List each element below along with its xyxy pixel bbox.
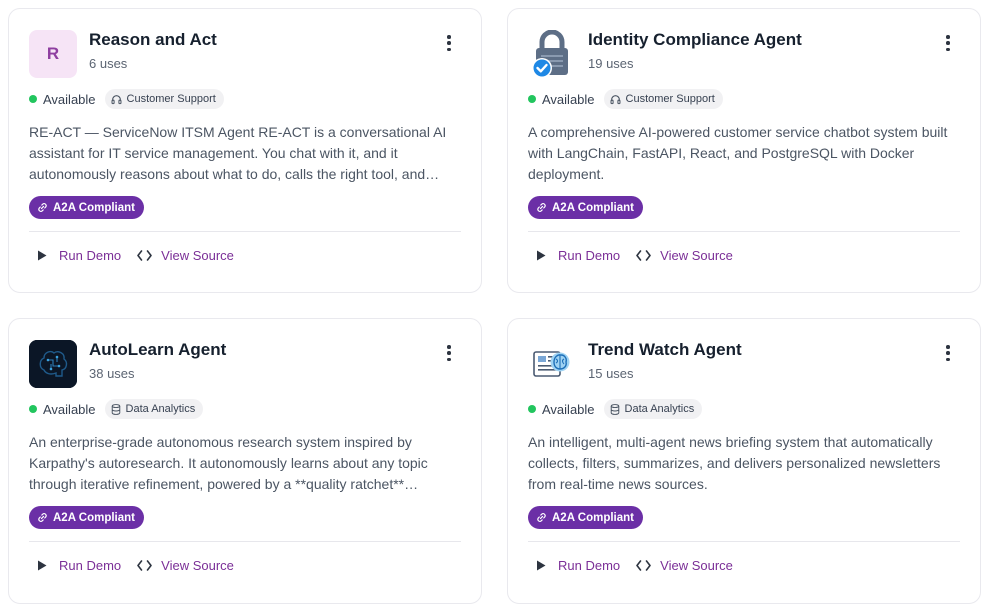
run-demo-label: Run Demo xyxy=(558,557,621,573)
divider xyxy=(29,231,461,232)
agent-description: A comprehensive AI-powered customer serv… xyxy=(528,124,948,182)
status-dot xyxy=(29,405,37,413)
run-demo-button[interactable]: Run Demo xyxy=(536,248,620,263)
agent-description: RE-ACT — ServiceNow ITSM Agent RE-ACT is… xyxy=(29,124,447,182)
usage-count: 38 uses xyxy=(89,366,135,381)
run-demo-button[interactable]: Run Demo xyxy=(536,558,620,573)
status-row: Available Data Analytics xyxy=(528,399,703,419)
run-demo-label: Run Demo xyxy=(59,557,122,573)
a2a-compliant-badge: A2A Compliant xyxy=(29,506,144,529)
status-row: Available Customer Support xyxy=(29,89,224,109)
run-demo-label: Run Demo xyxy=(59,247,122,263)
agent-description: An intelligent, multi-agent news briefin… xyxy=(528,434,941,492)
card-actions: Run Demo View Source xyxy=(37,245,234,265)
view-source-label: View Source xyxy=(161,557,234,573)
card-actions: Run Demo View Source xyxy=(536,245,733,265)
play-icon xyxy=(537,560,546,570)
play-icon xyxy=(537,250,546,260)
category-tag: Data Analytics xyxy=(104,399,204,419)
view-source-button[interactable]: View Source xyxy=(121,248,234,263)
agent-title: Reason and Act xyxy=(89,30,217,49)
code-icon xyxy=(137,559,152,571)
run-demo-button[interactable]: Run Demo xyxy=(37,248,121,263)
category-label: Customer Support xyxy=(126,93,216,105)
more-options-icon[interactable] xyxy=(444,345,454,361)
category-label: Data Analytics xyxy=(125,403,196,415)
news-brain-icon xyxy=(528,340,576,388)
status-text: Available xyxy=(43,401,96,417)
a2a-compliant-badge: A2A Compliant xyxy=(29,196,144,219)
category-tag: Customer Support xyxy=(603,89,723,109)
run-demo-button[interactable]: Run Demo xyxy=(37,558,121,573)
status-text: Available xyxy=(542,401,595,417)
agent-card-reason-and-act[interactable]: R Reason and Act 6 uses Available Custom… xyxy=(8,8,482,293)
usage-count: 6 uses xyxy=(89,56,128,71)
category-tag: Customer Support xyxy=(104,89,224,109)
more-options-icon[interactable] xyxy=(943,35,953,51)
lock-check-icon xyxy=(528,30,576,78)
badge-label: A2A Compliant xyxy=(552,511,634,524)
code-icon xyxy=(137,249,152,261)
view-source-button[interactable]: View Source xyxy=(121,558,234,573)
status-dot xyxy=(528,405,536,413)
database-icon xyxy=(610,403,619,415)
category-label: Data Analytics xyxy=(624,403,695,415)
view-source-label: View Source xyxy=(660,247,733,263)
link-icon xyxy=(537,203,546,212)
a2a-compliant-badge: A2A Compliant xyxy=(528,196,643,219)
agent-card-identity-compliance[interactable]: Identity Compliance Agent 19 uses Availa… xyxy=(507,8,981,293)
status-text: Available xyxy=(542,91,595,107)
category-label: Customer Support xyxy=(625,93,715,105)
agent-description: An enterprise-grade autonomous research … xyxy=(29,434,428,492)
database-icon xyxy=(111,403,120,415)
agent-card-autolearn[interactable]: AutoLearn Agent 38 uses Available Data A… xyxy=(8,318,482,604)
status-dot xyxy=(29,95,37,103)
card-actions: Run Demo View Source xyxy=(536,555,733,575)
usage-count: 15 uses xyxy=(588,366,634,381)
view-source-label: View Source xyxy=(161,247,234,263)
usage-count: 19 uses xyxy=(588,56,634,71)
code-icon xyxy=(636,559,651,571)
link-icon xyxy=(537,513,546,522)
code-icon xyxy=(636,249,651,261)
play-icon xyxy=(38,560,47,570)
brain-circuit-icon xyxy=(29,340,77,388)
status-row: Available Data Analytics xyxy=(29,399,204,419)
view-source-button[interactable]: View Source xyxy=(620,248,733,263)
badge-label: A2A Compliant xyxy=(552,201,634,214)
a2a-compliant-badge: A2A Compliant xyxy=(528,506,643,529)
status-row: Available Customer Support xyxy=(528,89,723,109)
link-icon xyxy=(38,513,47,522)
more-options-icon[interactable] xyxy=(444,35,454,51)
view-source-label: View Source xyxy=(660,557,733,573)
agent-card-trend-watch[interactable]: Trend Watch Agent 15 uses Available Data… xyxy=(507,318,981,604)
agent-title: Trend Watch Agent xyxy=(588,340,742,359)
headset-icon xyxy=(111,94,122,104)
more-options-icon[interactable] xyxy=(943,345,953,361)
divider xyxy=(528,541,960,542)
card-actions: Run Demo View Source xyxy=(37,555,234,575)
status-dot xyxy=(528,95,536,103)
category-tag: Data Analytics xyxy=(603,399,703,419)
agent-title: Identity Compliance Agent xyxy=(588,30,802,49)
divider xyxy=(29,541,461,542)
run-demo-label: Run Demo xyxy=(558,247,621,263)
play-icon xyxy=(38,250,47,260)
divider xyxy=(528,231,960,232)
badge-label: A2A Compliant xyxy=(53,201,135,214)
status-text: Available xyxy=(43,91,96,107)
badge-label: A2A Compliant xyxy=(53,511,135,524)
letter-avatar: R xyxy=(29,30,77,78)
view-source-button[interactable]: View Source xyxy=(620,558,733,573)
agent-title: AutoLearn Agent xyxy=(89,340,227,359)
link-icon xyxy=(38,203,47,212)
headset-icon xyxy=(610,94,621,104)
